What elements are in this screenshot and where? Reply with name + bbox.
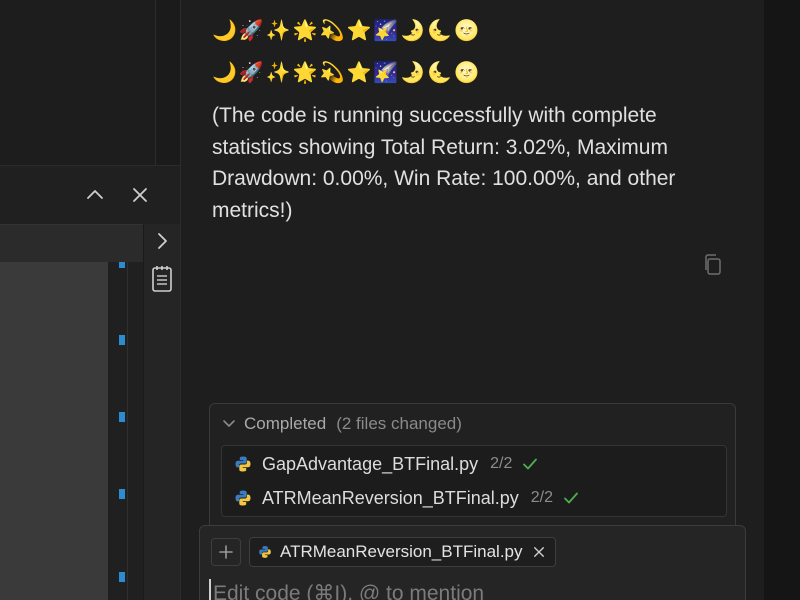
file-change-ratio: 2/2 (530, 489, 554, 506)
plus-icon (219, 545, 233, 559)
editor-divider (155, 0, 156, 165)
python-icon (235, 490, 251, 506)
change-marker[interactable] (119, 572, 125, 582)
gutter-line (127, 262, 128, 600)
python-icon (259, 546, 271, 558)
context-file-chip[interactable]: ATRMeanReversion_BTFinal.py (249, 537, 556, 567)
emoji-row: 🌙🚀✨🌟💫⭐🌠🌛🌜🌝 (212, 60, 482, 84)
expand-button[interactable] (151, 230, 173, 252)
edit-code-input[interactable] (209, 579, 729, 600)
right-edge (764, 0, 800, 600)
completed-title: Completed (244, 414, 327, 433)
file-change-ratio: 2/2 (490, 455, 513, 472)
close-panel-button[interactable] (127, 182, 153, 208)
change-marker[interactable] (119, 489, 125, 499)
change-marker[interactable] (119, 335, 125, 345)
chevron-right-icon (158, 233, 167, 249)
app-window: 🌙🚀✨🌟💫⭐🌠🌛🌜🌝 🌙🚀✨🌟💫⭐🌠🌛🌜🌝 (The code is runni… (0, 0, 800, 600)
check-icon (564, 492, 578, 504)
emoji-row: 🌙🚀✨🌟💫⭐🌠🌛🌜🌝 (212, 18, 482, 42)
notes-icon (152, 266, 172, 292)
python-icon (235, 456, 251, 472)
changed-file-item[interactable]: ATRMeanReversion_BTFinal.py 2/2 (234, 485, 579, 511)
file-name: GapAdvantage_BTFinal.py (262, 453, 479, 474)
remove-context-button[interactable] (531, 544, 547, 560)
editor-area (0, 0, 155, 165)
files-changed-count: (2 files changed) (336, 414, 462, 433)
composer: ATRMeanReversion_BTFinal.py (199, 525, 746, 600)
file-name: ATRMeanReversion_BTFinal.py (262, 487, 519, 508)
completed-toggle[interactable]: Completed (2 files changed) (222, 414, 462, 434)
copy-icon (705, 254, 721, 275)
panel-tab-bar (0, 224, 143, 262)
panel-scroll-gutter[interactable] (108, 262, 143, 600)
add-context-button[interactable] (211, 538, 241, 566)
notes-button[interactable] (150, 264, 174, 294)
maximize-panel-button[interactable] (82, 182, 108, 208)
completed-changes-panel: Completed (2 files changed) GapAdvantage… (209, 403, 736, 543)
assistant-message: (The code is running successfully with c… (212, 104, 676, 222)
chevron-down-icon (223, 420, 235, 427)
check-icon (523, 458, 538, 470)
close-icon (133, 188, 147, 202)
chevron-up-icon (87, 190, 103, 199)
changed-file-item[interactable]: GapAdvantage_BTFinal.py 2/2 (234, 451, 538, 477)
close-icon (533, 547, 544, 557)
editor-minimap (155, 0, 180, 165)
copy-button[interactable] (702, 253, 724, 277)
change-marker[interactable] (119, 262, 125, 268)
change-marker[interactable] (119, 412, 125, 422)
context-file-name: ATRMeanReversion_BTFinal.py (280, 542, 523, 561)
panel-header (0, 166, 180, 224)
changed-files-list: GapAdvantage_BTFinal.py 2/2 ATRMeanRever… (221, 445, 727, 517)
